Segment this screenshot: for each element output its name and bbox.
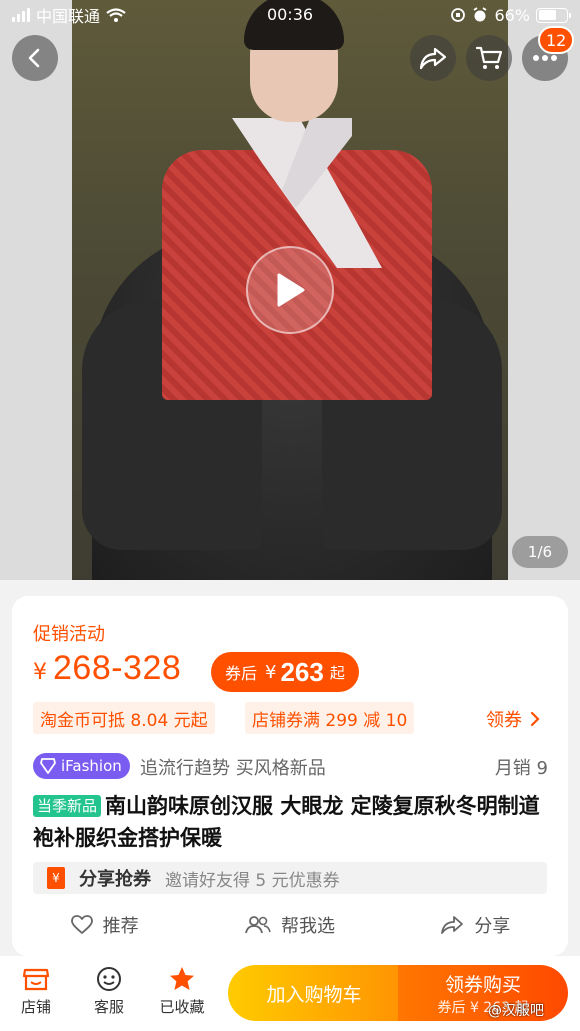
shop-label: 店铺 — [20, 998, 51, 1016]
share-coupon-title: 分享抢券 — [79, 869, 151, 890]
currency-symbol: ¥ — [33, 660, 47, 685]
help-choose-button[interactable]: 帮我选 — [197, 912, 382, 938]
add-to-cart-button[interactable]: 加入购物车 — [228, 965, 400, 1021]
product-media[interactable]: 12 1/6 — [0, 0, 580, 580]
product-info-card: 促销活动 ¥ 268-328 券后 ¥ 263 起 淘金币可抵 8.04 元起 … — [12, 596, 568, 956]
more-dots-icon — [533, 55, 557, 61]
coin-deduction-tag[interactable]: 淘金币可抵 8.04 元起 — [33, 702, 215, 734]
play-video-button[interactable] — [246, 246, 334, 334]
share-coupon-bar[interactable]: ¥ 分享抢券 邀请好友得 5 元优惠券 — [33, 862, 547, 894]
share-button[interactable]: 分享 — [383, 912, 568, 938]
coupon-price-currency: ¥ — [265, 661, 277, 683]
share-coupon-desc: 邀请好友得 5 元优惠券 — [165, 870, 340, 891]
coupon-ticket-icon: ¥ — [47, 867, 65, 889]
promo-label: 促销活动 — [33, 624, 105, 645]
customer-service-button[interactable]: 客服 — [79, 966, 139, 1017]
alarm-icon — [473, 7, 487, 22]
shop-button[interactable]: 店铺 — [6, 966, 66, 1017]
coupon-buy-label: 领券购买 — [444, 973, 521, 996]
ifashion-badge[interactable]: iFashion — [33, 753, 130, 779]
help-choose-label: 帮我选 — [280, 916, 335, 937]
battery-percent: 66% — [494, 5, 530, 25]
ifashion-label: iFashion — [61, 757, 122, 775]
share-arrow-icon — [419, 47, 447, 70]
season-new-tag: 当季新品 — [33, 795, 102, 817]
orientation-lock-icon — [451, 8, 466, 22]
cart-icon — [475, 46, 503, 69]
status-bar: 中国联通 66% — [0, 0, 580, 30]
product-title: 当季新品 南山韵味原创汉服 大眼龙 定陵复原秋冬明制道袍补服织金搭护保暖 — [33, 790, 547, 854]
action-row: 推荐 帮我选 分享 — [12, 912, 568, 938]
heart-icon — [70, 915, 93, 934]
shop-icon — [22, 968, 50, 991]
ifashion-logo-icon — [40, 758, 56, 774]
carrier-name: 中国联通 — [36, 7, 101, 26]
recommend-label: 推荐 — [102, 916, 139, 937]
chevron-left-icon — [28, 48, 40, 68]
shop-coupon-tag[interactable]: 店铺券满 299 减 10 — [245, 702, 415, 734]
favorite-label: 已收藏 — [159, 998, 205, 1016]
wifi-icon — [106, 8, 126, 22]
back-button[interactable] — [12, 35, 58, 81]
watermark: @汉服吧 — [488, 1003, 544, 1019]
chevron-right-icon — [530, 711, 540, 727]
people-icon — [245, 916, 271, 934]
share-arrow-icon — [441, 916, 464, 934]
image-page-indicator: 1/6 — [512, 536, 568, 568]
service-face-icon — [97, 967, 121, 991]
share-label: 分享 — [474, 916, 511, 937]
coupon-price-badge: 券后 ¥ 263 起 — [211, 652, 359, 692]
coupon-ticket-char: ¥ — [52, 871, 60, 885]
product-title-text: 南山韵味原创汉服 大眼龙 定陵复原秋冬明制道袍补服织金搭护保暖 — [33, 794, 540, 850]
service-label: 客服 — [93, 998, 124, 1016]
play-icon — [277, 273, 305, 307]
coupon-price-suffix: 起 — [329, 663, 345, 682]
battery-icon — [536, 7, 571, 23]
add-to-cart-label: 加入购物车 — [266, 983, 362, 1006]
get-coupon-link[interactable]: 领券 — [486, 706, 540, 732]
cart-count-badge: 12 — [538, 26, 575, 54]
get-coupon-label: 领券 — [486, 710, 522, 731]
favorite-button[interactable]: 已收藏 — [152, 966, 212, 1017]
cart-button[interactable] — [466, 35, 512, 81]
share-top-button[interactable] — [410, 35, 456, 81]
coupon-price-value: 263 — [280, 656, 324, 687]
battery-level — [538, 10, 557, 20]
recommend-button[interactable]: 推荐 — [12, 912, 197, 938]
brand-slogan: 追流行趋势 买风格新品 — [140, 758, 326, 779]
signal-icon — [12, 8, 30, 22]
coupon-price-label: 券后 — [225, 664, 258, 683]
star-filled-icon — [170, 967, 194, 990]
price-range: ¥ 268-328 — [33, 649, 181, 688]
price-range-value: 268-328 — [53, 649, 182, 687]
monthly-sales: 月销 9 — [494, 758, 548, 779]
